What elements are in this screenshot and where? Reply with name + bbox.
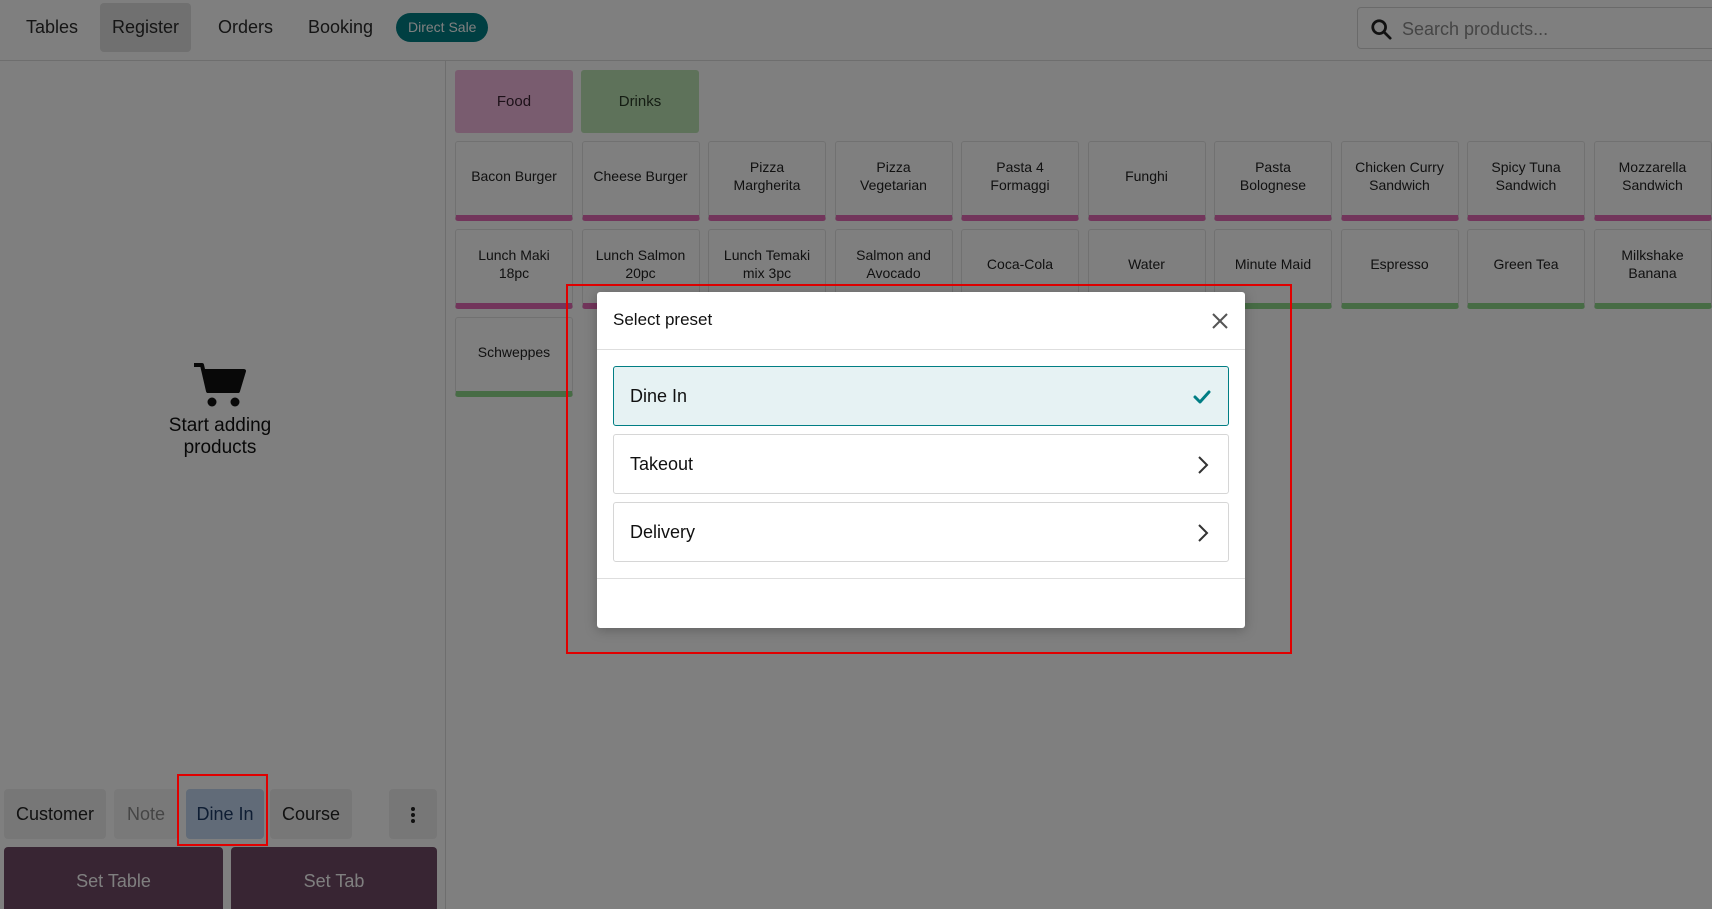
preset-option-dine-in[interactable]: Dine In	[613, 366, 1229, 426]
dialog-header: Select preset	[597, 292, 1245, 350]
dialog-title: Select preset	[613, 310, 713, 329]
preset-option-takeout[interactable]: Takeout	[613, 434, 1229, 494]
highlight-dine-in-button	[177, 774, 268, 846]
chevron-right-icon	[1198, 456, 1209, 474]
dialog-footer-divider	[597, 578, 1245, 579]
preset-option-label: Takeout	[630, 454, 694, 474]
close-icon[interactable]	[1210, 311, 1230, 331]
check-icon	[1193, 390, 1211, 404]
preset-option-label: Delivery	[630, 522, 696, 542]
preset-option-label: Dine In	[630, 386, 688, 406]
preset-option-delivery[interactable]: Delivery	[613, 502, 1229, 562]
chevron-right-icon	[1198, 524, 1209, 542]
select-preset-dialog: Select preset Dine In Takeout Delivery	[597, 292, 1245, 628]
